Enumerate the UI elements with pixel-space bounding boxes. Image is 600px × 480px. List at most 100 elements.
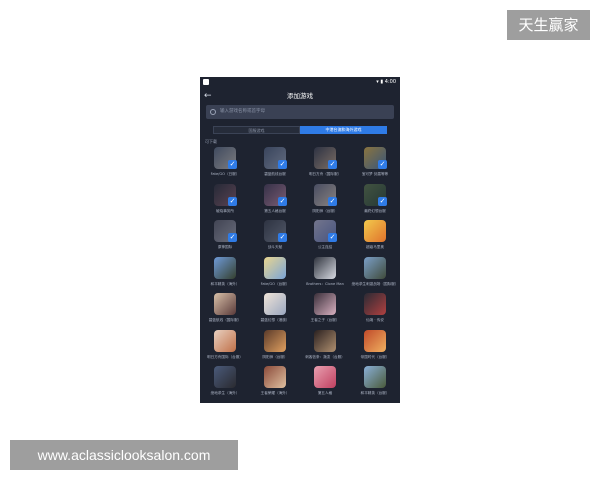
game-label: 碧蓝航线台服 — [264, 172, 286, 176]
game-label: 和平精英（海外） — [210, 281, 240, 286]
game-label: 碧蓝幻想（港澳） — [260, 318, 290, 322]
game-label: Fate/GO（台服） — [260, 281, 290, 286]
game-item[interactable]: 和平精英（台服） — [350, 366, 400, 403]
wifi-icon: ▾ — [376, 79, 379, 85]
game-label: 公主连结 — [317, 245, 333, 249]
game-item[interactable]: ✓ 宝可梦 剑盾等等 — [350, 147, 400, 184]
game-item[interactable]: ✓ 阴阳师（台服） — [300, 183, 350, 221]
game-label: 阴阳师（台服） — [262, 354, 288, 359]
game-icon[interactable] — [264, 256, 286, 279]
game-item[interactable]: 刺客信条：叛变（台服） — [300, 329, 350, 367]
game-icon[interactable] — [364, 256, 386, 279]
game-icon[interactable] — [314, 329, 336, 352]
game-item[interactable]: ✓ 破晓事务所 — [200, 183, 250, 221]
checkmark-icon: ✓ — [228, 160, 237, 169]
game-item[interactable]: 绝地求生刺激战场（国际服） — [350, 256, 400, 294]
section-downloadable-label: 可下载 — [205, 139, 217, 144]
game-icon[interactable] — [314, 293, 336, 315]
game-item[interactable]: ✓ 碧蓝航线台服 — [250, 147, 300, 184]
game-item[interactable]: 超级马里奥 — [350, 220, 400, 257]
game-label: 刺客信条：叛变（台服） — [305, 354, 345, 359]
watermark-url: www.aclassiclooksalon.com — [10, 440, 238, 470]
game-item[interactable]: ✓ 第五人格台服 — [250, 183, 300, 221]
game-item[interactable]: ✓ 明日方舟（国际服） — [300, 147, 350, 184]
game-icon[interactable] — [364, 220, 386, 242]
watermark-top: 天生赢家 — [507, 10, 590, 40]
status-bar: ▾ ▮ 4:00 — [200, 77, 400, 87]
game-icon[interactable] — [314, 366, 336, 388]
game-label: 第五人格 — [317, 391, 333, 395]
game-item[interactable]: ✓ Fate/GO（日服） — [200, 147, 250, 184]
game-item[interactable]: Brothers：Clone Man — [300, 256, 350, 294]
game-label: 帝国时代（台服） — [360, 354, 390, 359]
game-item[interactable]: ✓ 战斗天赋 — [250, 220, 300, 257]
game-item[interactable]: Fate/GO（台服） — [250, 256, 300, 294]
game-label: 阴阳师（台服） — [312, 208, 338, 213]
game-label: Brothers：Clone Man — [306, 281, 344, 286]
game-item[interactable]: 仙境 · 传说 — [350, 293, 400, 330]
game-label: 宝可梦 剑盾等等 — [361, 172, 389, 176]
checkmark-icon: ✓ — [278, 196, 287, 206]
game-icon[interactable] — [314, 256, 336, 279]
game-icon[interactable] — [364, 329, 386, 352]
game-label: 碧蓝航线（国际服） — [208, 318, 242, 322]
game-item[interactable]: 王者荣耀（海外） — [250, 366, 300, 403]
game-label: 最终幻想台服 — [364, 208, 386, 213]
title-bar: ← 添加游戏 — [200, 88, 400, 104]
game-item[interactable]: ✓ 公主连结 — [300, 220, 350, 257]
game-label: 原神国际 — [217, 245, 233, 249]
game-label: 明日方舟国际（台服） — [207, 354, 243, 359]
game-label: 王者荣耀（海外） — [260, 391, 290, 395]
game-icon[interactable] — [214, 293, 236, 315]
tab-overseas-games[interactable]: 中港台澳和海外游戏 — [300, 126, 387, 134]
checkmark-icon: ✓ — [328, 233, 337, 242]
game-label: Fate/GO（日服） — [210, 172, 240, 176]
checkmark-icon: ✓ — [278, 233, 287, 242]
game-icon[interactable] — [364, 293, 386, 315]
status-time: ▾ ▮ 4:00 — [376, 78, 396, 86]
page-title: 添加游戏 — [287, 92, 313, 100]
game-icon[interactable] — [264, 293, 286, 315]
game-icon[interactable] — [264, 366, 286, 388]
game-icon[interactable] — [214, 256, 236, 279]
search-placeholder: 输入游戏名称或首字母 — [220, 109, 265, 114]
game-item[interactable]: 阴阳师（台服） — [250, 329, 300, 367]
battery-icon: ▮ — [380, 79, 384, 85]
checkmark-icon: ✓ — [328, 160, 337, 169]
checkmark-icon: ✓ — [378, 196, 387, 206]
game-item[interactable]: 第五人格 — [300, 366, 350, 403]
game-label: 绝地求生刺激战场（国际服） — [351, 281, 399, 286]
search-input[interactable]: 输入游戏名称或首字母 — [206, 105, 394, 119]
game-item[interactable]: 碧蓝航线（国际服） — [200, 293, 250, 330]
game-label: 超级马里奥 — [366, 245, 384, 249]
checkmark-icon: ✓ — [328, 196, 337, 206]
game-icon[interactable] — [214, 366, 236, 388]
game-label: 仙境 · 传说 — [366, 318, 384, 322]
game-item[interactable]: ✓ 原神国际 — [200, 220, 250, 257]
game-item[interactable]: 帝国时代（台服） — [350, 329, 400, 367]
game-icon[interactable] — [214, 329, 236, 352]
game-label: 和平精英（台服） — [360, 391, 390, 395]
tab-domestic-games[interactable]: 国服游戏 — [213, 126, 300, 134]
region-tabs: 国服游戏 中港台澳和海外游戏 — [213, 126, 387, 134]
game-item[interactable]: 明日方舟国际（台服） — [200, 329, 250, 367]
checkmark-icon: ✓ — [228, 233, 237, 242]
game-label: 战斗天赋 — [267, 245, 283, 249]
checkmark-icon: ✓ — [378, 160, 387, 169]
game-item[interactable]: 碧蓝幻想（港澳） — [250, 293, 300, 330]
game-icon[interactable] — [264, 329, 286, 352]
game-label: 绝地求生（海外） — [210, 391, 240, 395]
game-item[interactable]: 王者之子（台服） — [300, 293, 350, 330]
search-icon — [210, 109, 216, 115]
game-item[interactable]: 和平精英（海外） — [200, 256, 250, 294]
game-item[interactable]: ✓ 最终幻想台服 — [350, 183, 400, 221]
notification-icon — [203, 79, 209, 85]
game-label: 明日方舟（国际服） — [308, 172, 342, 176]
game-label: 王者之子（台服） — [310, 318, 340, 322]
checkmark-icon: ✓ — [228, 196, 237, 206]
game-label: 破晓事务所 — [216, 208, 234, 213]
game-icon[interactable] — [364, 366, 386, 388]
game-item[interactable]: 绝地求生（海外） — [200, 366, 250, 403]
game-label: 第五人格台服 — [264, 208, 286, 213]
checkmark-icon: ✓ — [278, 160, 287, 169]
